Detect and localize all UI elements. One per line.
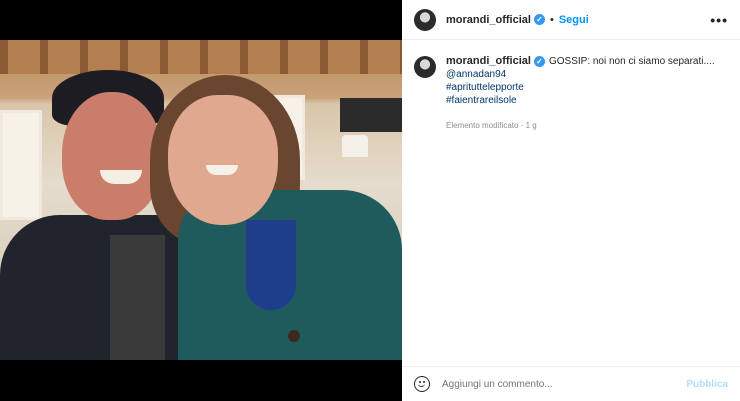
caption-text: GOSSIP: noi non ci siamo separati.... [548,56,715,67]
verified-badge-icon: ✓ [533,56,545,67]
post-header: morandi_official ✓ • Segui ••• [402,0,740,40]
hashtag-link[interactable]: #faientrareilsole [446,94,715,107]
username[interactable]: morandi_official [446,14,531,26]
caption-body: morandi_official ✓ GOSSIP: noi non ci si… [446,55,715,132]
follow-button[interactable]: Segui [559,14,589,26]
television [340,98,402,132]
verified-badge-icon: ✓ [533,14,545,25]
mention-link[interactable]: @annadan94 [446,68,715,81]
man-face [62,92,162,220]
caption-username[interactable]: morandi_official [446,55,531,68]
woman-face [168,95,278,225]
post-media[interactable] [0,0,402,401]
emoji-icon[interactable] [414,376,430,392]
emoji-mouth [418,383,425,387]
post-sidebar: morandi_official ✓ • Segui ••• morandi_o… [402,0,740,401]
lamp [342,135,368,157]
post-caption: morandi_official ✓ GOSSIP: noi non ci si… [414,55,732,132]
caption-avatar[interactable] [414,56,436,78]
woman-top [246,220,296,310]
man-jacket [0,215,200,360]
post-meta: Elemento modificato · 1 g [446,121,537,130]
ceiling-beams [0,40,402,74]
window [0,110,42,220]
publish-button[interactable]: Pubblica [686,379,728,390]
man-shirt [110,235,165,360]
cardigan-button [288,330,300,342]
avatar[interactable] [414,8,436,31]
post-photo[interactable] [0,40,402,360]
comment-input[interactable] [442,378,687,390]
separator-dot: • [549,13,554,26]
caption-line: morandi_official ✓ GOSSIP: noi non ci si… [446,55,715,68]
hashtag-link[interactable]: #aprituttelepporte [446,81,715,94]
comment-bar: Pubblica [402,366,740,401]
more-options-icon[interactable]: ••• [710,12,728,28]
woman-smile [206,165,238,175]
